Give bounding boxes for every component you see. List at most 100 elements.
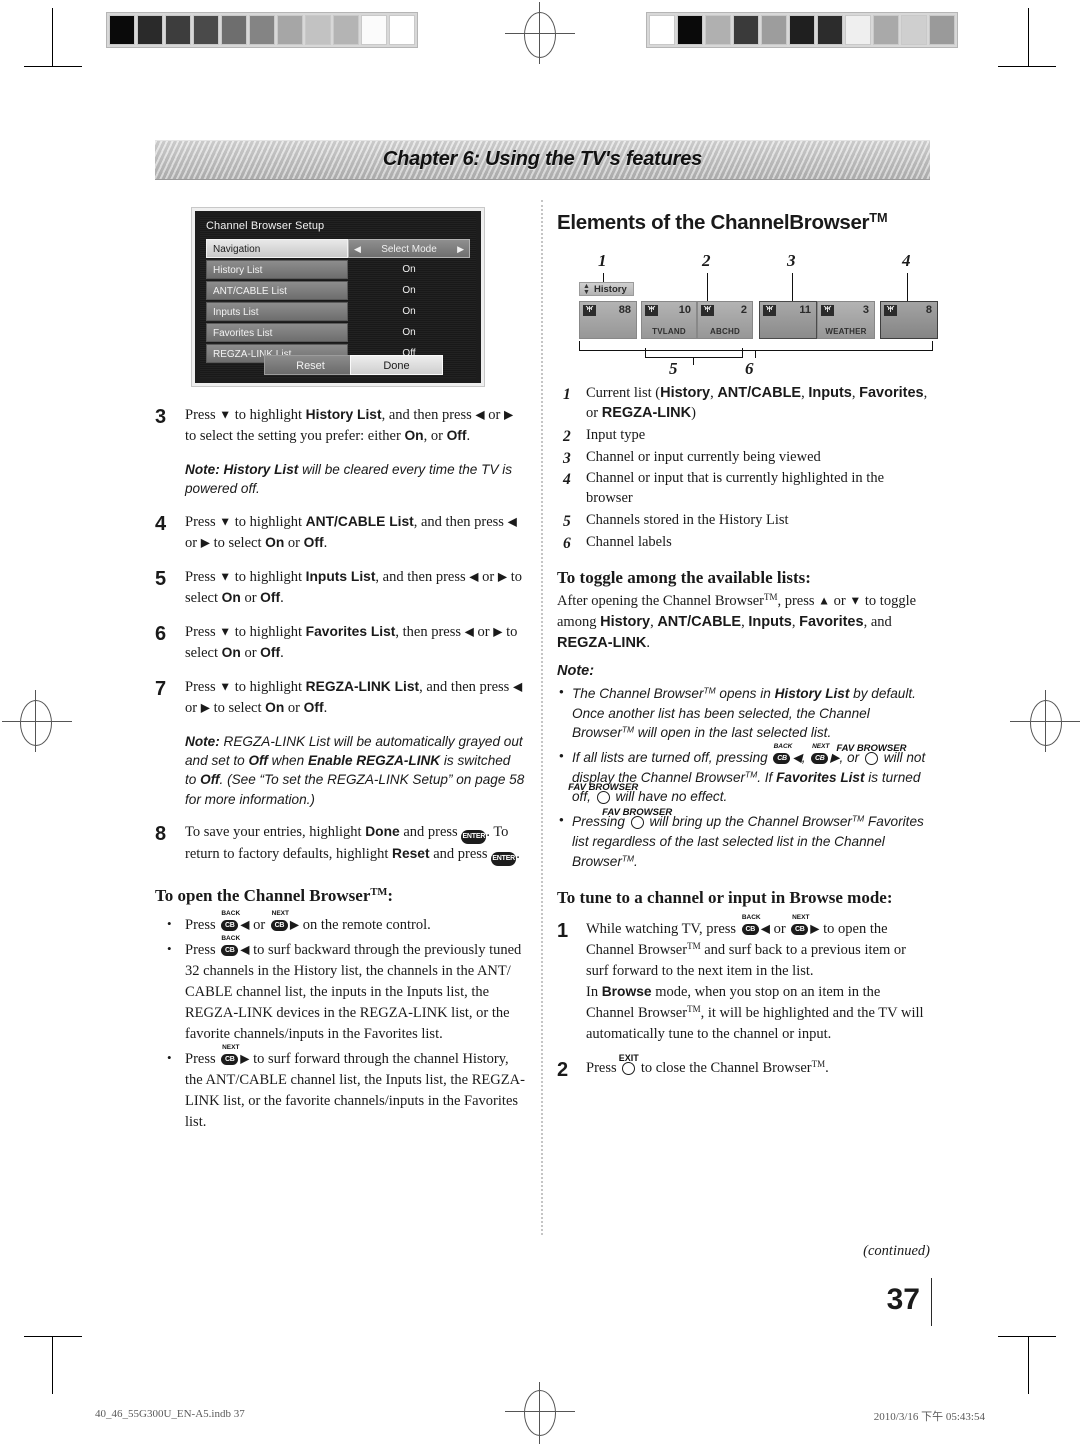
step-6-bold-off: Off: [260, 644, 281, 660]
trademark-icon: TM: [763, 591, 778, 602]
right-arrow-icon: ▶: [810, 921, 820, 936]
trademark-icon: TM: [621, 724, 635, 735]
step-3-text-a: Press: [185, 407, 220, 423]
osd-row-inputs-list[interactable]: Inputs List On: [206, 302, 470, 321]
cb-key-tag: BACK: [773, 743, 793, 751]
legend-bold-term: Favorites: [859, 384, 924, 401]
step-4-a: Press: [185, 513, 220, 530]
antenna-icon: [884, 304, 897, 316]
down-arrow-icon: ▼: [219, 407, 232, 422]
step-3-text-e: to select the setting you prefer: either: [185, 428, 405, 445]
figure-leader-line: [603, 272, 604, 282]
color-swatch: [901, 15, 927, 45]
channel-tile[interactable]: 11: [759, 300, 817, 339]
channel-label: TVLAND: [652, 326, 686, 336]
osd-row-list: Navigation ◀ Select Mode ▶ History List On ANT…: [206, 239, 470, 365]
crop-mark-bottom-left-v: [52, 1336, 53, 1394]
channel-tile[interactable]: 88: [579, 300, 637, 339]
up-down-arrow-icon: ▲ ▼: [583, 282, 590, 296]
step-8-d: and press: [429, 845, 492, 862]
note-b3-d: .: [634, 853, 638, 869]
step-6-g: .: [280, 644, 284, 661]
down-arrow-icon: ▼: [219, 624, 232, 639]
osd-done-button[interactable]: Done: [350, 355, 443, 375]
osd-row-ant-cable-list[interactable]: ANT/CABLE List On: [206, 281, 470, 300]
registration-cross-top-h: [505, 33, 575, 34]
osd-row-history-list[interactable]: History List On: [206, 260, 470, 279]
channel-tile[interactable]: 2 ABCHD: [697, 300, 753, 339]
osd-row-navigation[interactable]: Navigation ◀ Select Mode ▶: [206, 239, 470, 258]
left-arrow-icon: ◀: [792, 750, 802, 765]
channel-tile[interactable]: 3 WEATHER: [817, 300, 875, 339]
color-swatch: [733, 15, 759, 45]
list-item: The Channel BrowserTM opens in History L…: [557, 683, 932, 743]
elements-heading-text: Elements of the ChannelBrowser: [557, 210, 870, 234]
step-5-g: .: [280, 589, 284, 606]
toggle-bold-favorites: Favorites: [799, 613, 864, 630]
step-7-number: 7: [155, 677, 167, 700]
channel-number: 3: [862, 303, 869, 316]
note-b1-a: The Channel Browser: [572, 685, 704, 701]
channel-number: 88: [618, 303, 631, 316]
step-7-e: to select: [209, 699, 266, 716]
osd-row-value: On: [402, 264, 416, 275]
color-swatch: [277, 15, 303, 45]
osd-reset-button[interactable]: Reset: [264, 355, 357, 375]
channel-label: ABCHD: [710, 326, 740, 336]
toggle-bold-inputs: Inputs: [748, 613, 792, 630]
legend-item-5: 5 Channels stored in the History List: [557, 511, 932, 531]
color-swatch: [165, 15, 191, 45]
channel-tile[interactable]: 10 TVLAND: [641, 300, 697, 339]
osd-row-favorites-list[interactable]: Favorites List On: [206, 323, 470, 342]
osd-row-label: History List: [206, 260, 348, 279]
step-5-d: or: [478, 568, 498, 585]
chapter-title: Chapter 6: Using the TV's features: [382, 148, 703, 170]
color-swatch: [305, 15, 331, 45]
registration-target-right: [1030, 700, 1062, 746]
toggle-a: After opening the Channel Browser: [557, 592, 764, 609]
toggle-c: or: [830, 592, 850, 609]
color-swatch: [677, 15, 703, 45]
bullet-1-b: or: [249, 916, 269, 933]
figure-callout-1: 1: [598, 250, 607, 270]
color-swatch: [929, 15, 955, 45]
channel-number: 8: [925, 303, 932, 316]
crop-mark-top-right-h: [998, 66, 1056, 67]
enter-key-icon: ENTER: [461, 829, 487, 844]
tune-1-a: While watching TV, press: [586, 921, 740, 938]
legend-number: 3: [563, 449, 571, 467]
step-4-d: or: [185, 534, 201, 551]
step-7-b: to highlight: [231, 678, 306, 695]
elements-legend-list: 1 Current list (History, ANT/CABLE, Input…: [557, 384, 932, 553]
cb-key-tag: NEXT: [222, 1044, 240, 1052]
left-column: 3 Press ▼ to highlight History List, and…: [155, 392, 525, 1133]
note-heading: Note:: [557, 662, 595, 679]
osd-row-value: On: [402, 285, 416, 296]
toggle-bold-history: History: [600, 613, 651, 630]
right-arrow-icon[interactable]: ▶: [457, 244, 464, 255]
legend-item-6: 6 Channel labels: [557, 533, 932, 553]
toggle-lists-text: After opening the Channel BrowserTM, pre…: [557, 591, 932, 654]
toggle-bold-regza-link: REGZA-LINK: [557, 634, 647, 651]
legend-bold-term: ANT/CABLE: [717, 384, 802, 401]
right-arrow-icon: ▶: [200, 700, 210, 715]
cb-key-cap: CB: [741, 924, 759, 936]
channel-number: 2: [740, 303, 747, 316]
down-arrow-icon: ▼: [219, 569, 232, 584]
step-3-text-f: , or: [423, 428, 447, 445]
note7-bold-enable-regza-link: Enable REGZA-LINK: [307, 753, 441, 769]
legend-number: 1: [563, 385, 571, 403]
figure-current-list-tag: ▲ ▼ History: [579, 281, 634, 296]
crop-mark-bottom-right-v: [1028, 1336, 1029, 1394]
left-arrow-icon[interactable]: ◀: [354, 244, 361, 255]
step-7-d: or: [185, 699, 201, 716]
channel-tile[interactable]: 8: [880, 300, 938, 339]
antenna-icon: [821, 304, 834, 316]
step-4: 4 Press ▼ to highlight ANT/CABLE List, a…: [155, 512, 525, 554]
cb-key-tag: NEXT: [271, 909, 289, 917]
page-number: 37: [886, 1283, 920, 1316]
list-item: Press BACKCB◀ to surf backward through t…: [155, 935, 525, 1045]
step-5: 5 Press ▼ to highlight Inputs List, and …: [155, 567, 525, 609]
osd-row-value: On: [402, 306, 416, 317]
step-7-a: Press: [185, 678, 220, 695]
